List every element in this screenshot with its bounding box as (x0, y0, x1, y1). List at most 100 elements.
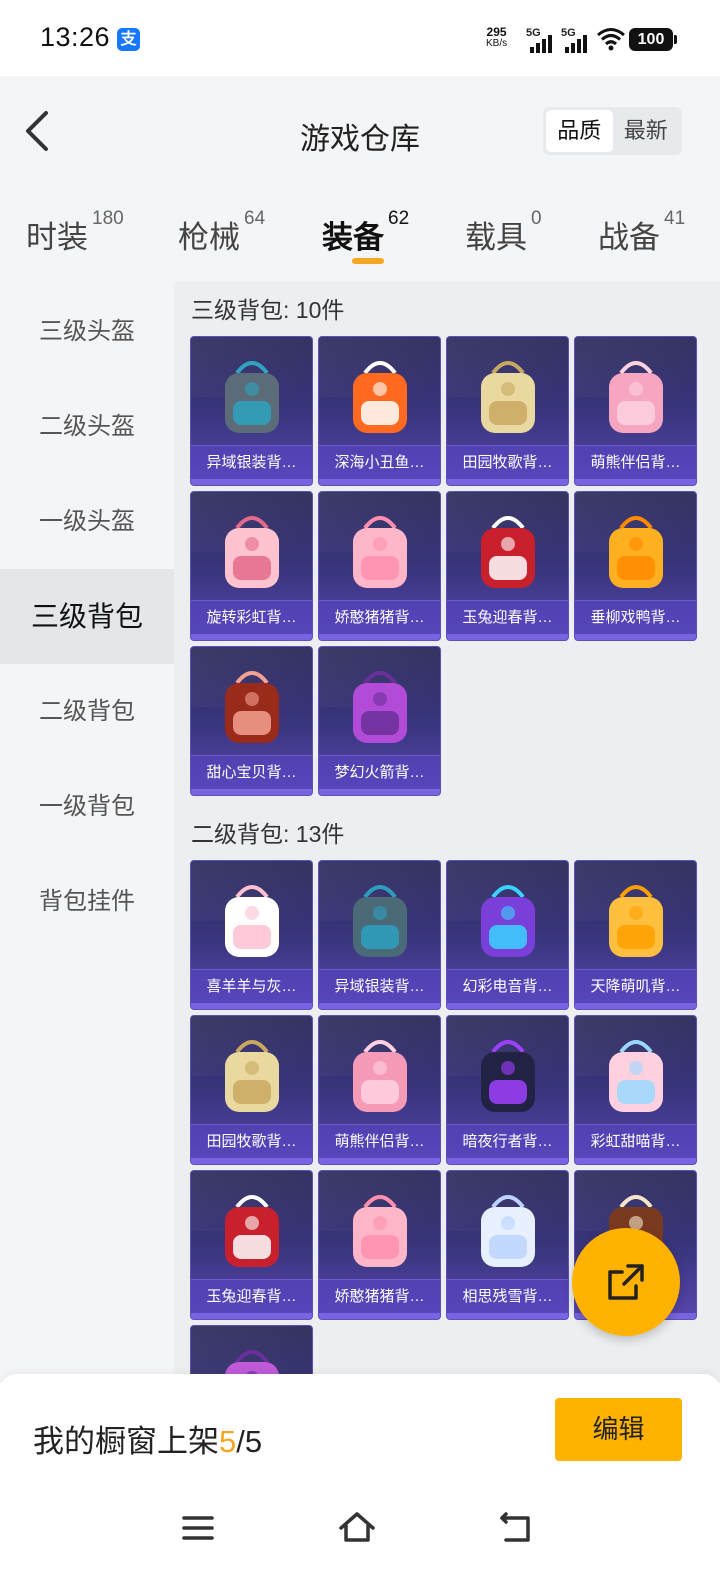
tab-count: 180 (92, 208, 124, 229)
item-card[interactable]: 甜心宝贝背… (190, 646, 313, 796)
item-card-name: 垂柳戏鸭背… (575, 600, 696, 634)
status-time: 13:26 (40, 22, 111, 52)
menu-icon[interactable] (178, 1508, 218, 1548)
tab-firearms[interactable]: 枪械64 (178, 208, 265, 257)
section-title: 三级背包: 10件 (191, 297, 345, 323)
item-card[interactable]: 彩虹甜喵背… (574, 1015, 697, 1165)
item-card-name: 相思残雪背… (447, 1279, 568, 1313)
item-card[interactable]: 天降萌叽背… (574, 860, 697, 1010)
wifi-icon (597, 28, 625, 51)
item-card-name: 萌熊伴侣背… (575, 445, 696, 479)
item-card[interactable]: 田园牧歌背… (446, 336, 569, 486)
item-card-name: 梦幻火箭背… (319, 755, 440, 789)
tab-label: 装备 (322, 220, 384, 255)
sidebar: 三级头盔 二级头盔 一级头盔 三级背包 二级背包 一级背包 背包挂件 (0, 282, 174, 1382)
item-card-name: 异域银装背… (191, 445, 312, 479)
tab-equipment[interactable]: 装备62 (322, 208, 409, 257)
sidebar-item-level2-backpack[interactable]: 二级背包 (0, 664, 174, 759)
item-card[interactable]: 暗夜行者背… (446, 1015, 569, 1165)
item-card[interactable]: 娇憨猪猪背… (318, 491, 441, 641)
tab-count: 0 (531, 208, 542, 229)
tab-count: 41 (664, 208, 686, 229)
backpack-icon (225, 516, 279, 588)
backpack-icon (609, 885, 663, 957)
item-card[interactable]: 玉兔迎春背… (446, 491, 569, 641)
item-card-name: 甜心宝贝背… (191, 755, 312, 789)
item-card[interactable]: 异域银装背… (318, 860, 441, 1010)
tab-label: 时装 (26, 220, 88, 255)
tab-label: 载具 (465, 220, 527, 255)
item-card[interactable]: 幻彩电音背… (446, 860, 569, 1010)
tab-count: 62 (388, 208, 410, 229)
backpack-icon (481, 361, 535, 433)
item-card-name: 天降萌叽背… (575, 969, 696, 1003)
sidebar-item-level3-helmet[interactable]: 三级头盔 (0, 284, 174, 379)
item-card[interactable]: 深海小丑鱼… (318, 336, 441, 486)
tab-count: 64 (244, 208, 266, 229)
alipay-icon: 支 (117, 28, 140, 51)
item-grid-area: 三级背包: 10件 二级背包: 13件 异域银装背… 深海小丑鱼… 田园牧歌背… 萌熊… (174, 282, 720, 1382)
active-tab-indicator (352, 258, 384, 264)
sidebar-item-level2-helmet[interactable]: 二级头盔 (0, 379, 174, 474)
item-card[interactable]: 异域银装背… (190, 336, 313, 486)
backpack-icon (353, 1195, 407, 1267)
signal-icon: 5G (526, 27, 554, 53)
item-card-name: 萌熊伴侣背… (319, 1124, 440, 1158)
share-external-icon (608, 1264, 644, 1300)
backpack-icon (481, 516, 535, 588)
item-card[interactable]: 田园牧歌背… (190, 1015, 313, 1165)
showcase-status: 我的橱窗上架5/5 (33, 1416, 262, 1461)
tab-label: 战备 (598, 220, 660, 255)
item-card-name: 娇憨猪猪背… (319, 600, 440, 634)
item-card[interactable]: 旋转彩虹背… (190, 491, 313, 641)
status-bar: 13:26 支 295 KB/s 5G 5G 100 (0, 0, 720, 76)
backpack-icon (481, 885, 535, 957)
backpack-icon (353, 671, 407, 743)
backpack-icon (353, 1040, 407, 1112)
item-card[interactable]: 娇憨猪猪背… (318, 1170, 441, 1320)
showcase-total: /5 (236, 1424, 263, 1459)
item-card[interactable]: 萌熊伴侣背… (574, 336, 697, 486)
item-card-name: 暗夜行者背… (447, 1124, 568, 1158)
network-speed-value: 295 (486, 25, 507, 39)
backpack-icon (481, 1195, 535, 1267)
backpack-icon (225, 885, 279, 957)
share-button[interactable] (572, 1228, 680, 1336)
item-card-name: 旋转彩虹背… (191, 600, 312, 634)
edit-button[interactable]: 编辑 (555, 1398, 682, 1461)
item-card[interactable]: 萌熊伴侣背… (318, 1015, 441, 1165)
tab-vehicles[interactable]: 载具0 (465, 208, 542, 257)
item-card[interactable]: 喜羊羊与灰… (190, 860, 313, 1010)
backpack-icon (353, 516, 407, 588)
sort-option-latest[interactable]: 最新 (613, 110, 680, 152)
sidebar-item-level1-helmet[interactable]: 一级头盔 (0, 474, 174, 569)
sidebar-item-backpack-charm[interactable]: 背包挂件 (0, 854, 174, 949)
item-card[interactable]: 玉兔迎春背… (190, 1170, 313, 1320)
item-card-name: 异域银装背… (319, 969, 440, 1003)
network-speed-unit: KB/s (486, 38, 508, 49)
sort-option-quality[interactable]: 品质 (546, 110, 613, 152)
item-card[interactable]: 相思残雪背… (446, 1170, 569, 1320)
backpack-icon (225, 671, 279, 743)
section-title: 二级背包: 13件 (191, 821, 345, 847)
item-card-name: 喜羊羊与灰… (191, 969, 312, 1003)
showcase-bar: 我的橱窗上架5/5 编辑 (0, 1374, 720, 1490)
tab-supplies[interactable]: 战备41 (598, 208, 685, 257)
item-card-name: 深海小丑鱼… (319, 445, 440, 479)
item-card-name: 田园牧歌背… (191, 1124, 312, 1158)
item-card[interactable]: 垂柳戏鸭背… (574, 491, 697, 641)
backpack-icon (609, 516, 663, 588)
backpack-icon (353, 361, 407, 433)
back-icon[interactable] (496, 1508, 536, 1548)
system-nav-bar (0, 1490, 720, 1584)
sidebar-item-level3-backpack[interactable]: 三级背包 (0, 569, 174, 664)
item-card-name: 幻彩电音背… (447, 969, 568, 1003)
item-card-name: 玉兔迎春背… (447, 600, 568, 634)
item-card-name: 彩虹甜喵背… (575, 1124, 696, 1158)
sidebar-item-level1-backpack[interactable]: 一级背包 (0, 759, 174, 854)
tab-fashion[interactable]: 时装180 (26, 208, 124, 257)
showcase-current-count: 5 (219, 1424, 237, 1459)
home-icon[interactable] (337, 1508, 377, 1548)
item-card[interactable]: 梦幻火箭背… (318, 646, 441, 796)
sort-toggle: 品质 最新 (543, 107, 682, 155)
